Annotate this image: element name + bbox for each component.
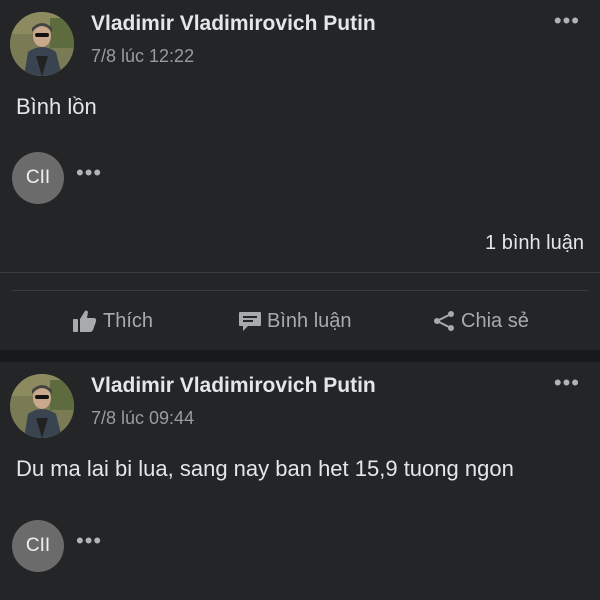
- comment-button[interactable]: Bình luận: [238, 296, 352, 346]
- reactor-avatar[interactable]: CII: [12, 520, 64, 572]
- post-timestamp[interactable]: 7/8 lúc 09:44: [91, 408, 194, 429]
- share-label: Chia sẻ: [461, 309, 529, 332]
- divider: [12, 290, 588, 291]
- share-button[interactable]: Chia sẻ: [432, 296, 529, 346]
- thumbs-up-icon: [73, 310, 97, 332]
- comment-label: Bình luận: [267, 309, 352, 332]
- like-button[interactable]: Thích: [72, 296, 153, 346]
- post-text: Bình lồn: [16, 94, 97, 119]
- post-actions: Thích Bình luận Chia sẻ: [0, 296, 600, 346]
- feed-separator: [0, 350, 600, 362]
- post-card: Vladimir Vladimirovich Putin 7/8 lúc 12:…: [0, 0, 600, 350]
- reactor-avatar[interactable]: CII: [12, 152, 64, 204]
- like-label: Thích: [103, 309, 154, 332]
- news-feed: Vladimir Vladimirovich Putin 7/8 lúc 12:…: [0, 0, 600, 600]
- post-timestamp[interactable]: 7/8 lúc 12:22: [91, 46, 194, 67]
- reaction-row: CII •••: [12, 520, 212, 572]
- comment-bubble-icon: [239, 312, 261, 331]
- author-name[interactable]: Vladimir Vladimirovich Putin: [91, 12, 376, 36]
- more-horizontal-icon[interactable]: •••: [76, 160, 102, 186]
- reaction-row: CII •••: [12, 152, 212, 204]
- divider: [0, 272, 600, 273]
- author-avatar[interactable]: [10, 12, 74, 76]
- post-card: Vladimir Vladimirovich Putin 7/8 lúc 09:…: [0, 362, 600, 600]
- post-header: Vladimir Vladimirovich Putin 7/8 lúc 09:…: [0, 362, 600, 452]
- author-name[interactable]: Vladimir Vladimirovich Putin: [91, 374, 376, 398]
- share-icon: [434, 311, 454, 331]
- more-horizontal-icon[interactable]: •••: [554, 372, 580, 394]
- author-avatar[interactable]: [10, 374, 74, 438]
- post-text: Du ma lai bi lua, sang nay ban het 15,9 …: [16, 456, 514, 481]
- post-header: Vladimir Vladimirovich Putin 7/8 lúc 12:…: [0, 0, 600, 90]
- comment-count[interactable]: 1 bình luận: [485, 232, 584, 255]
- more-horizontal-icon[interactable]: •••: [76, 528, 102, 554]
- more-horizontal-icon[interactable]: •••: [554, 10, 580, 32]
